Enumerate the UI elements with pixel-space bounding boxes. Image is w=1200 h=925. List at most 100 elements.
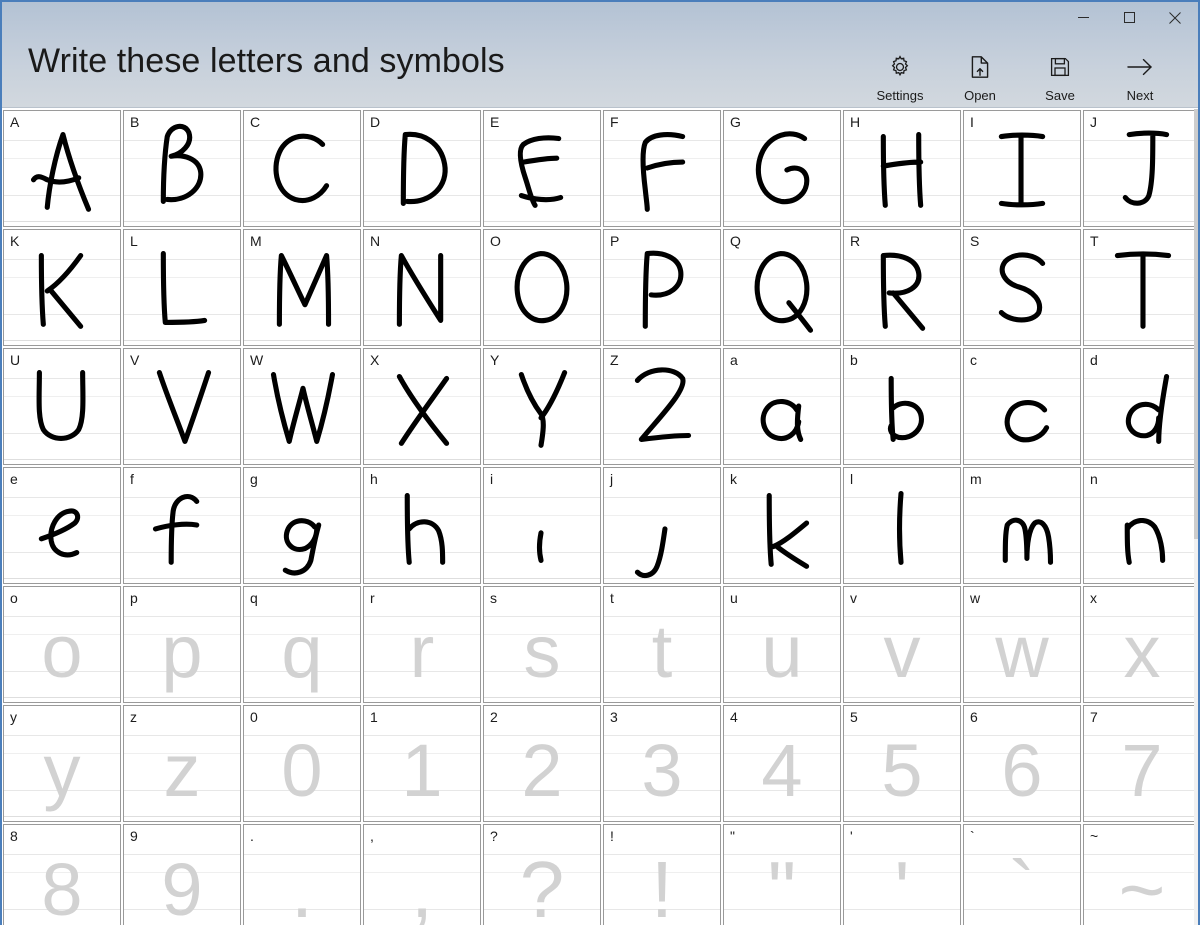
writing-cell[interactable]: l [843,467,961,584]
writing-cell[interactable]: 77 [1083,705,1198,822]
ink-stroke [364,468,480,583]
writing-cell[interactable]: qq [243,586,361,703]
writing-cell[interactable]: b [843,348,961,465]
writing-cell[interactable]: ' ' [843,824,961,925]
writing-cell[interactable]: yy [3,705,121,822]
writing-cell[interactable]: rr [363,586,481,703]
writing-cell[interactable]: zz [123,705,241,822]
writing-cell[interactable]: tt [603,586,721,703]
ghost-placeholder: ? [519,844,565,925]
writing-cell[interactable]: f [123,467,241,584]
cell-label: T [1090,233,1099,249]
writing-cell[interactable]: ~ ~ [1083,824,1198,925]
writing-cell[interactable]: vv [843,586,961,703]
cell-label: P [610,233,620,249]
writing-cell[interactable]: T [1083,229,1198,346]
writing-cell[interactable]: oo [3,586,121,703]
writing-cell[interactable]: C [243,110,361,227]
writing-cell[interactable]: J [1083,110,1198,227]
writing-cell[interactable]: F [603,110,721,227]
writing-cell[interactable]: K [3,229,121,346]
writing-cell[interactable]: a [723,348,841,465]
settings-button[interactable]: Settings [860,46,940,103]
writing-cell[interactable]: Z [603,348,721,465]
open-button[interactable]: Open [940,46,1020,103]
writing-cell[interactable]: S [963,229,1081,346]
writing-cell[interactable]: A [3,110,121,227]
ghost-placeholder: s [523,609,561,693]
ink-stroke [484,468,600,583]
writing-cell[interactable]: n [1083,467,1198,584]
cell-label: K [10,233,20,249]
cell-label: M [250,233,262,249]
cell-label: J [1090,114,1097,130]
writing-cell[interactable]: k [723,467,841,584]
save-button[interactable]: Save [1020,46,1100,103]
writing-cell[interactable]: e [3,467,121,584]
writing-cell[interactable]: O [483,229,601,346]
writing-cell[interactable]: ,, [363,824,481,925]
writing-cell[interactable]: 55 [843,705,961,822]
writing-cell[interactable]: E [483,110,601,227]
cell-label: ? [490,828,498,844]
writing-cell[interactable]: uu [723,586,841,703]
writing-cell[interactable]: U [3,348,121,465]
cell-label: a [730,352,738,368]
writing-grid-container[interactable]: A B C D E F G H I J K L M N O P Q R S T U V W X Y Za b c d e f g h i j k l m n… [2,109,1198,925]
ghost-placeholder: ~ [1118,844,1166,925]
ghost-placeholder: v [883,609,921,693]
writing-cell[interactable]: 33 [603,705,721,822]
writing-cell[interactable]: D [363,110,481,227]
minimize-button[interactable] [1060,2,1106,33]
writing-cell[interactable]: H [843,110,961,227]
writing-cell[interactable]: i [483,467,601,584]
writing-cell[interactable]: 11 [363,705,481,822]
writing-cell[interactable]: W [243,348,361,465]
writing-cell[interactable]: ` ` [963,824,1081,925]
maximize-icon [1123,12,1135,23]
writing-cell[interactable]: 22 [483,705,601,822]
ink-stroke [124,349,240,464]
ink-stroke [724,111,840,226]
writing-cell[interactable]: M [243,229,361,346]
ink-stroke [124,230,240,345]
writing-cell[interactable]: ss [483,586,601,703]
close-button[interactable] [1152,2,1198,33]
minimize-icon [1077,17,1089,18]
ink-stroke [244,468,360,583]
writing-cell[interactable]: Y [483,348,601,465]
writing-cell[interactable]: !! [603,824,721,925]
writing-cell[interactable]: L [123,229,241,346]
writing-cell[interactable]: g [243,467,361,584]
writing-cell[interactable]: I [963,110,1081,227]
writing-cell[interactable]: 44 [723,705,841,822]
maximize-button[interactable] [1106,2,1152,33]
writing-cell[interactable]: N [363,229,481,346]
cell-label: p [130,590,138,606]
writing-cell[interactable]: P [603,229,721,346]
writing-cell[interactable]: " " [723,824,841,925]
writing-cell[interactable]: 00 [243,705,361,822]
writing-cell[interactable]: Q [723,229,841,346]
writing-cell[interactable]: G [723,110,841,227]
writing-cell[interactable]: pp [123,586,241,703]
writing-cell[interactable]: ww [963,586,1081,703]
next-button[interactable]: Next [1100,46,1180,103]
writing-cell[interactable]: 99 [123,824,241,925]
writing-cell[interactable]: ?? [483,824,601,925]
writing-cell[interactable]: c [963,348,1081,465]
writing-cell[interactable]: V [123,348,241,465]
writing-cell[interactable]: .. [243,824,361,925]
writing-cell[interactable]: X [363,348,481,465]
writing-cell[interactable]: R [843,229,961,346]
writing-cell[interactable]: xx [1083,586,1198,703]
writing-cell[interactable]: j [603,467,721,584]
writing-cell[interactable]: m [963,467,1081,584]
writing-cell[interactable]: B [123,110,241,227]
writing-cell[interactable]: d [1083,348,1198,465]
writing-cell[interactable]: 66 [963,705,1081,822]
cell-label: g [250,471,258,487]
writing-cell[interactable]: 88 [3,824,121,925]
writing-cell[interactable]: h [363,467,481,584]
ghost-placeholder: x [1123,609,1161,693]
